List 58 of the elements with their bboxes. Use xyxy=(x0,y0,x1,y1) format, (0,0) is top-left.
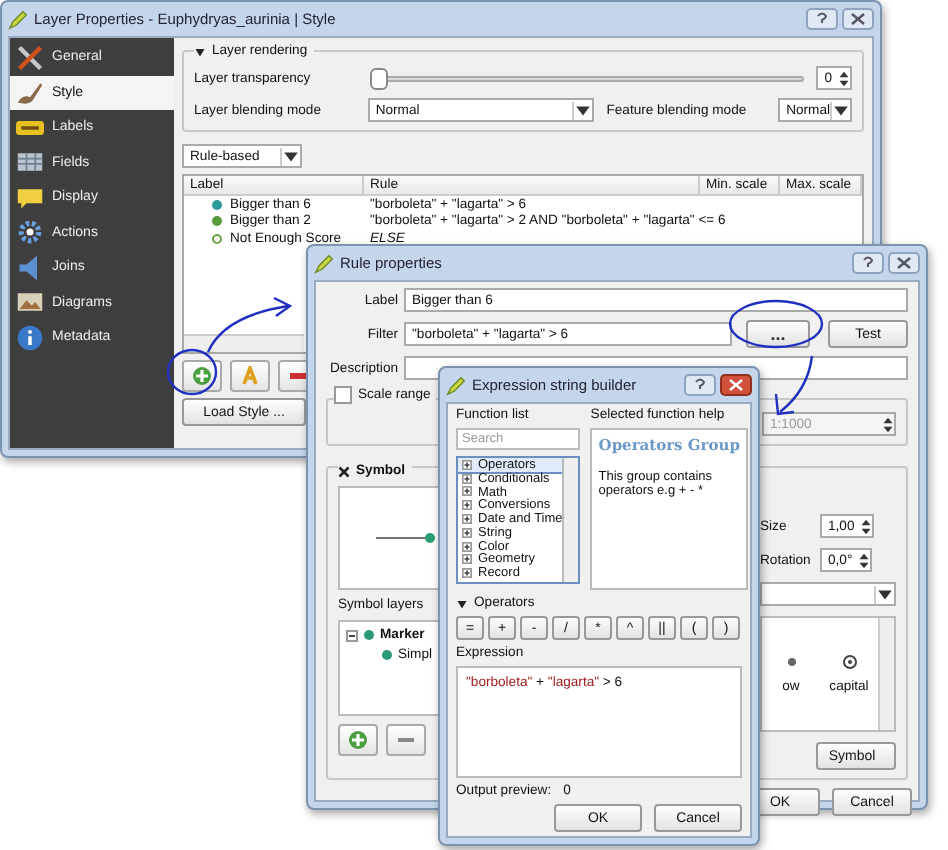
caret-icon xyxy=(572,101,593,119)
caret-icon xyxy=(280,147,300,165)
pen-icon xyxy=(446,375,466,395)
expand-icon[interactable] xyxy=(462,514,472,525)
spin-arrows-icon[interactable] xyxy=(882,415,894,433)
slider-thumb[interactable] xyxy=(370,67,388,89)
annotation-arrow xyxy=(774,355,814,416)
scrollbar[interactable] xyxy=(184,334,304,352)
speech-bubble-icon xyxy=(16,183,44,212)
paintbrush-icon xyxy=(16,78,44,107)
annotation-circle xyxy=(728,299,824,349)
spin-arrows-icon[interactable] xyxy=(858,551,871,569)
tools-icon xyxy=(16,43,44,72)
pen-icon xyxy=(8,9,28,29)
dot-icon xyxy=(783,654,799,670)
expand-icon[interactable] xyxy=(462,554,472,565)
collapse-icon[interactable] xyxy=(194,45,206,57)
expression-button[interactable]: ... xyxy=(746,320,810,348)
expand-icon[interactable] xyxy=(462,527,472,538)
scrollbar[interactable] xyxy=(878,618,894,730)
transparency-slider[interactable] xyxy=(370,67,805,89)
plus-icon xyxy=(192,366,212,386)
close-icon[interactable] xyxy=(338,465,350,477)
expand-icon[interactable] xyxy=(462,568,472,579)
pen-icon xyxy=(314,253,334,273)
target-icon xyxy=(841,654,857,670)
add-button[interactable] xyxy=(182,360,222,392)
symbol-dot xyxy=(382,650,392,660)
annotation-circle xyxy=(166,348,218,396)
collapse-icon[interactable] xyxy=(456,597,468,609)
expand-icon[interactable] xyxy=(462,486,472,497)
table-icon xyxy=(16,148,44,177)
help-button[interactable] xyxy=(852,252,884,274)
spin-arrows-icon[interactable] xyxy=(838,69,850,87)
marker-line-icon xyxy=(376,530,440,546)
annotation-arrow xyxy=(206,296,293,353)
expand-icon[interactable] xyxy=(462,459,472,470)
help-button[interactable] xyxy=(684,374,716,396)
spin-arrows-icon[interactable] xyxy=(860,517,873,535)
info-icon xyxy=(16,323,44,352)
caret-icon xyxy=(830,101,850,119)
expand-icon[interactable] xyxy=(462,473,472,484)
expand-icon[interactable] xyxy=(462,500,472,511)
remove-button[interactable] xyxy=(386,724,426,756)
symbol-dot xyxy=(364,630,374,640)
symbol-dropdown[interactable] xyxy=(760,582,896,606)
expand-icon[interactable] xyxy=(462,541,472,552)
caret-icon xyxy=(874,585,894,603)
help-button[interactable] xyxy=(806,8,838,30)
gear-icon xyxy=(16,218,44,247)
collapse-icon[interactable] xyxy=(346,629,358,641)
checkbox[interactable] xyxy=(334,386,352,404)
plus-icon xyxy=(348,730,368,750)
close-button[interactable] xyxy=(888,252,920,274)
picture-icon xyxy=(16,288,44,317)
close-button[interactable] xyxy=(842,8,874,30)
scrollbar[interactable] xyxy=(562,458,579,582)
close-button[interactable] xyxy=(720,374,752,396)
